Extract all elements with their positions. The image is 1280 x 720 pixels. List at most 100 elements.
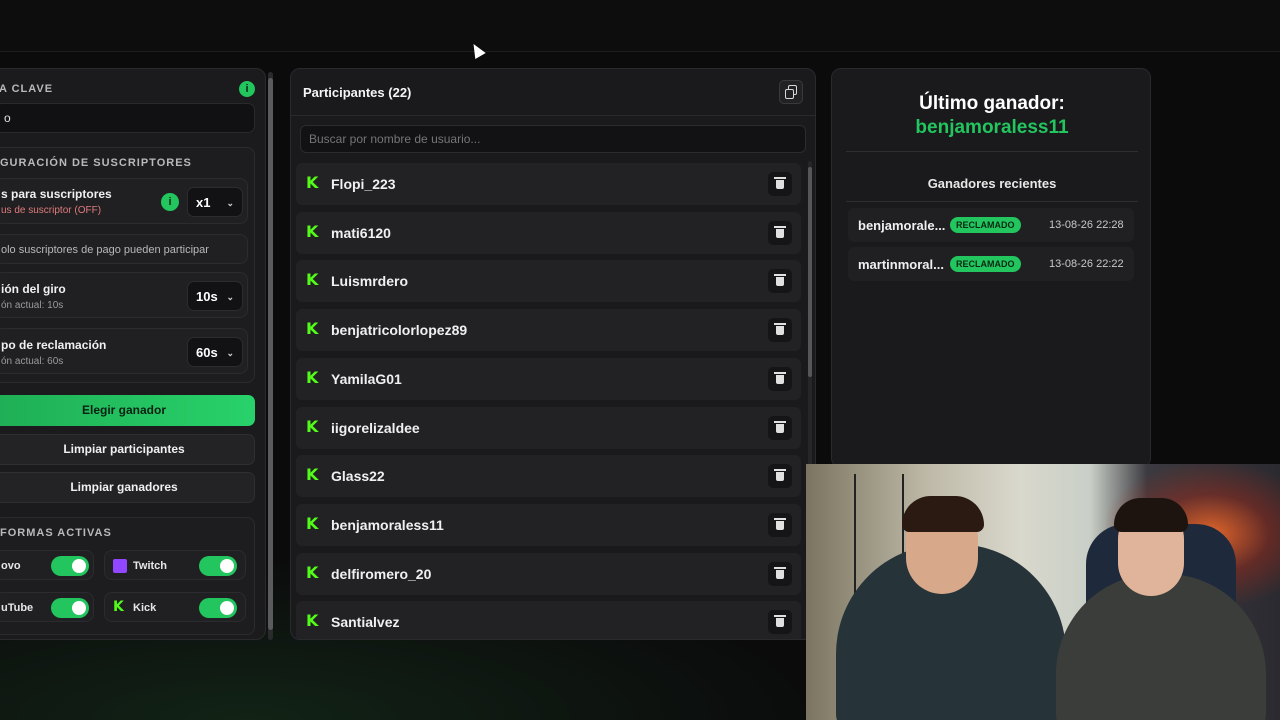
subscriber-config-card: GURACIÓN DE SUSCRIPTORES s para suscript…: [0, 147, 255, 383]
kick-toggle-card: K Kick: [104, 592, 246, 622]
scrollbar-thumb[interactable]: [268, 78, 273, 630]
kick-icon: K: [306, 222, 319, 241]
multiplier-select[interactable]: x1 ⌄: [187, 187, 243, 217]
status-badge: RECLAMADO: [950, 256, 1021, 272]
paid-only-note: olo suscriptores de pago pueden particip…: [0, 234, 248, 264]
participant-name: benjamoraless11: [331, 517, 444, 533]
youtube-label: uTube: [1, 602, 34, 614]
spin-duration-card: ión del giro ón actual: 10s 10s ⌄: [0, 272, 248, 318]
participants-title: Participantes (22): [303, 85, 412, 100]
participant-name: benjatricolorlopez89: [331, 322, 468, 338]
participant-name: Luismrdero: [331, 273, 409, 289]
participant-row: K YamilaG01: [296, 358, 801, 400]
spin-duration-select[interactable]: 10s ⌄: [187, 281, 243, 311]
youtube-toggle[interactable]: [51, 598, 89, 618]
participant-row: K Flopi_223: [296, 163, 801, 205]
subscriber-bonus-label: s para suscriptores: [1, 187, 112, 201]
status-badge: RECLAMADO: [950, 217, 1021, 233]
chevron-down-icon: ⌄: [226, 198, 234, 208]
trash-icon[interactable]: [768, 610, 792, 634]
platform-label: ovo: [1, 560, 21, 572]
recent-winner-row: benjamorale... RECLAMADO 13-08-26 22:28: [848, 208, 1134, 242]
recent-winner-row: martinmoral... RECLAMADO 13-08-26 22:22: [848, 247, 1134, 281]
participant-row: K benjatricolorlopez89: [296, 309, 801, 351]
participant-search-input[interactable]: [300, 125, 806, 153]
participant-row: K Luismrdero: [296, 260, 801, 302]
kick-icon: K: [306, 611, 319, 630]
participant-name: YamilaG01: [331, 371, 402, 387]
recent-winner-date: 13-08-26 22:28: [1049, 219, 1124, 231]
kick-icon: K: [306, 514, 319, 533]
participant-row: K benjamoraless11: [296, 504, 801, 546]
keyword-input[interactable]: o: [0, 103, 255, 133]
pick-winner-button[interactable]: Elegir ganador: [0, 395, 255, 426]
active-platforms-title: FORMAS ACTIVAS: [0, 527, 112, 539]
participant-row: K Santialvez: [296, 601, 801, 639]
kick-toggle[interactable]: [199, 598, 237, 618]
trash-icon[interactable]: [768, 464, 792, 488]
kick-icon: K: [306, 173, 319, 192]
clear-participants-button[interactable]: Limpiar participantes: [0, 434, 255, 465]
trash-icon[interactable]: [768, 367, 792, 391]
claim-time-card: po de reclamación ón actual: 60s 60s ⌄: [0, 328, 248, 374]
subscriber-bonus-sub: us de suscriptor (OFF): [1, 205, 102, 216]
trash-icon[interactable]: [768, 269, 792, 293]
trash-icon[interactable]: [768, 562, 792, 586]
recent-winner-date: 13-08-26 22:22: [1049, 258, 1124, 270]
info-icon[interactable]: i: [239, 81, 255, 97]
clear-winners-button[interactable]: Limpiar ganadores: [0, 472, 255, 503]
settings-scrollbar[interactable]: [268, 72, 273, 640]
subscriber-bonus-card: s para suscriptores us de suscriptor (OF…: [0, 178, 248, 224]
keyword-value: o: [4, 111, 11, 125]
settings-panel: A CLAVE i o GURACIÓN DE SUSCRIPTORES s p…: [0, 68, 266, 640]
kick-label: Kick: [133, 602, 157, 614]
youtube-toggle-card: uTube: [0, 592, 94, 622]
participant-row: K delfiromero_20: [296, 553, 801, 595]
last-winner-name: benjamoraless11: [915, 117, 1069, 138]
info-icon[interactable]: i: [161, 193, 179, 211]
chevron-down-icon: ⌄: [226, 348, 234, 358]
kick-icon: K: [306, 270, 319, 289]
last-winner-title: Último ganador:: [919, 93, 1065, 114]
divider: [291, 115, 815, 116]
kick-icon: K: [306, 417, 319, 436]
twitch-toggle[interactable]: [199, 556, 237, 576]
participant-row: K Glass22: [296, 455, 801, 497]
kick-icon: K: [306, 563, 319, 582]
active-platforms-card: FORMAS ACTIVAS ovo Twitch uTube K Kick: [0, 517, 255, 635]
copy-icon[interactable]: [779, 80, 803, 104]
top-bar: [0, 0, 1280, 52]
participant-row: K mati6120: [296, 212, 801, 254]
trash-icon[interactable]: [768, 172, 792, 196]
participant-name: delfiromero_20: [331, 566, 432, 582]
claim-time-value: 60s: [196, 345, 218, 360]
recent-winner-name: benjamorale...: [858, 218, 946, 233]
participants-panel: Participantes (22) K Flopi_223 K mati612…: [290, 68, 816, 640]
chevron-down-icon: ⌄: [226, 292, 234, 302]
divider: [846, 201, 1138, 202]
divider: [846, 151, 1138, 152]
scrollbar-thumb[interactable]: [808, 167, 812, 377]
kick-icon: K: [306, 368, 319, 387]
trash-icon[interactable]: [768, 221, 792, 245]
claim-time-label: po de reclamación: [1, 338, 107, 352]
platform-toggle[interactable]: [51, 556, 89, 576]
twitch-label: Twitch: [133, 560, 168, 572]
webcam-overlay: [806, 464, 1280, 720]
multiplier-value: x1: [196, 195, 211, 210]
participant-name: Flopi_223: [331, 176, 396, 192]
trash-icon[interactable]: [768, 318, 792, 342]
winner-panel: Último ganador: benjamoraless11 Ganadore…: [831, 68, 1151, 468]
streamer-hair: [902, 496, 984, 532]
spin-duration-label: ión del giro: [1, 282, 66, 296]
recent-winner-name: martinmoral...: [858, 257, 944, 272]
participant-name: iigorelizaldee: [331, 420, 420, 436]
twitch-toggle-card: Twitch: [104, 550, 246, 580]
participant-name: mati6120: [331, 225, 391, 241]
claim-time-select[interactable]: 60s ⌄: [187, 337, 243, 367]
trash-icon[interactable]: [768, 513, 792, 537]
twitch-icon: [113, 559, 127, 573]
platform-toggle-card: ovo: [0, 550, 94, 580]
trash-icon[interactable]: [768, 416, 792, 440]
spin-duration-value: 10s: [196, 289, 218, 304]
